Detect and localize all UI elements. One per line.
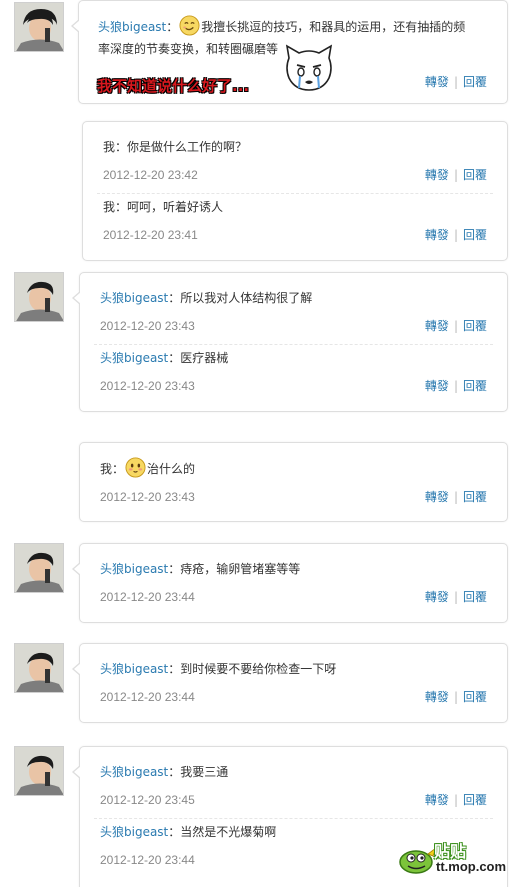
comment-text: 头狼bigeast：到时候要不要给你检查一下呀 <box>100 662 337 676</box>
comment-item: 我：呵呵，听着好诱人 2012-12-20 23:41 轉發 | 回覆 <box>103 196 487 245</box>
comment-timestamp: 2012-12-20 23:41 <box>103 228 198 242</box>
comment-author-link[interactable]: 头狼bigeast <box>100 562 168 576</box>
shy-face-icon <box>125 457 146 478</box>
comment-item: 我：你是做什么工作的啊？ 2012-12-20 23:42 轉發 | 回覆 <box>103 136 487 185</box>
comment-author-link[interactable]: 头狼bigeast <box>100 351 168 365</box>
avatar[interactable] <box>14 746 64 796</box>
comment-author-link[interactable]: 头狼bigeast <box>100 825 168 839</box>
comment-divider <box>94 344 493 345</box>
comment-item: 头狼bigeast：到时候要不要给你检查一下呀 2012-12-20 23:44… <box>100 658 487 707</box>
comment-text: 头狼bigeast：我要三通 <box>100 765 229 779</box>
comment-text: 头狼bigeast：医疗器械 <box>100 351 229 365</box>
comment-timestamp: 2012-12-20 23:44 <box>100 853 195 867</box>
comment-bubble: 我：你是做什么工作的啊？ 2012-12-20 23:42 轉發 | 回覆 我：呵呵… <box>82 121 508 261</box>
comment-author-link[interactable]: 头狼bigeast <box>100 662 168 676</box>
reply-link[interactable]: 回覆 <box>463 75 487 89</box>
reply-link[interactable]: 回覆 <box>463 690 487 704</box>
repost-link[interactable]: 轉發 <box>425 75 449 89</box>
avatar[interactable] <box>14 643 64 693</box>
comment-text: 头狼bigeast：痔疮，输卵管堵塞等等 <box>100 562 301 576</box>
avatar[interactable] <box>14 2 64 52</box>
comment-timestamp: 2012-12-20 23:43 <box>100 379 195 393</box>
comment-timestamp: 2012-12-20 23:43 <box>100 319 195 333</box>
avatar[interactable] <box>14 272 64 322</box>
site-watermark: 贴贴 tt.mop.com <box>398 838 518 878</box>
comment-timestamp: 2012-12-20 23:44 <box>100 590 195 604</box>
comment-text: 我： 治什么的 <box>100 457 487 480</box>
comment-timestamp: 2012-12-20 23:43 <box>100 490 195 504</box>
repost-link[interactable]: 轉發 <box>425 379 449 393</box>
comment-text: 我：呵呵，听着好诱人 <box>103 200 224 214</box>
reply-link[interactable]: 回覆 <box>463 379 487 393</box>
comment-author-link[interactable]: 头狼bigeast <box>100 765 168 779</box>
reply-link[interactable]: 回覆 <box>463 319 487 333</box>
repost-link[interactable]: 轉發 <box>425 690 449 704</box>
comment-item: 头狼bigeast：医疗器械 2012-12-20 23:43 轉發 | 回覆 <box>100 347 487 396</box>
comment-author-link[interactable]: 头狼bigeast <box>98 20 166 34</box>
comment-text: 我：你是做什么工作的啊？ <box>103 140 248 154</box>
comment-item: 我： 治什么的 2012-12-20 23:43 轉發 | 回覆 <box>100 457 487 507</box>
repost-link[interactable]: 轉發 <box>425 319 449 333</box>
comment-author-link[interactable]: 头狼bigeast <box>100 291 168 305</box>
repost-link[interactable]: 轉發 <box>425 590 449 604</box>
avatar[interactable] <box>14 543 64 593</box>
comment-bubble: 我： 治什么的 2012-12-20 23:43 轉發 | 回覆 <box>79 442 508 522</box>
comment-divider <box>97 193 493 194</box>
comment-text: 头狼bigeast： 我擅长挑逗的技巧，和器具的运用，还有抽插的频 <box>98 15 487 38</box>
repost-link[interactable]: 轉發 <box>425 168 449 182</box>
mop-mascot-icon <box>399 846 438 874</box>
comment-item: 头狼bigeast：我要三通 2012-12-20 23:45 轉發 | 回覆 <box>100 761 487 810</box>
repost-link[interactable]: 轉發 <box>425 228 449 242</box>
comment-author: 我 <box>100 462 113 476</box>
watermark-url: tt.mop.com <box>436 859 507 874</box>
comment-item: 头狼bigeast：痔疮，输卵管堵塞等等 2012-12-20 23:44 轉發… <box>100 558 487 607</box>
comment-bubble: 头狼bigeast：到时候要不要给你检查一下呀 2012-12-20 23:44… <box>72 643 508 723</box>
crying-cat-sticker-icon <box>283 44 335 95</box>
reply-link[interactable]: 回覆 <box>463 490 487 504</box>
comment-author: 我 <box>103 200 116 214</box>
comment-bubble: 头狼bigeast：所以我对人体结构很了解 2012-12-20 23:43 轉… <box>72 272 508 412</box>
comment-timestamp: 2012-12-20 23:44 <box>100 690 195 704</box>
comment-bubble: 头狼bigeast：痔疮，输卵管堵塞等等 2012-12-20 23:44 轉發… <box>72 543 508 623</box>
smirk-face-icon <box>179 15 200 36</box>
comment-text: 头狼bigeast：所以我对人体结构很了解 <box>100 291 313 305</box>
sticker-caption: 我不知道说什么好了... <box>97 77 250 95</box>
comment-timestamp: 2012-12-20 23:42 <box>103 168 198 182</box>
comment-timestamp: 2012-12-20 23:45 <box>100 793 195 807</box>
reply-link[interactable]: 回覆 <box>463 228 487 242</box>
comment-author: 我 <box>103 140 116 154</box>
repost-link[interactable]: 轉發 <box>425 490 449 504</box>
reply-link[interactable]: 回覆 <box>463 590 487 604</box>
comment-item: 头狼bigeast：所以我对人体结构很了解 2012-12-20 23:43 轉… <box>100 287 487 336</box>
reply-link[interactable]: 回覆 <box>463 168 487 182</box>
repost-link[interactable]: 轉發 <box>425 793 449 807</box>
comment-divider <box>94 818 493 819</box>
reply-link[interactable]: 回覆 <box>463 793 487 807</box>
